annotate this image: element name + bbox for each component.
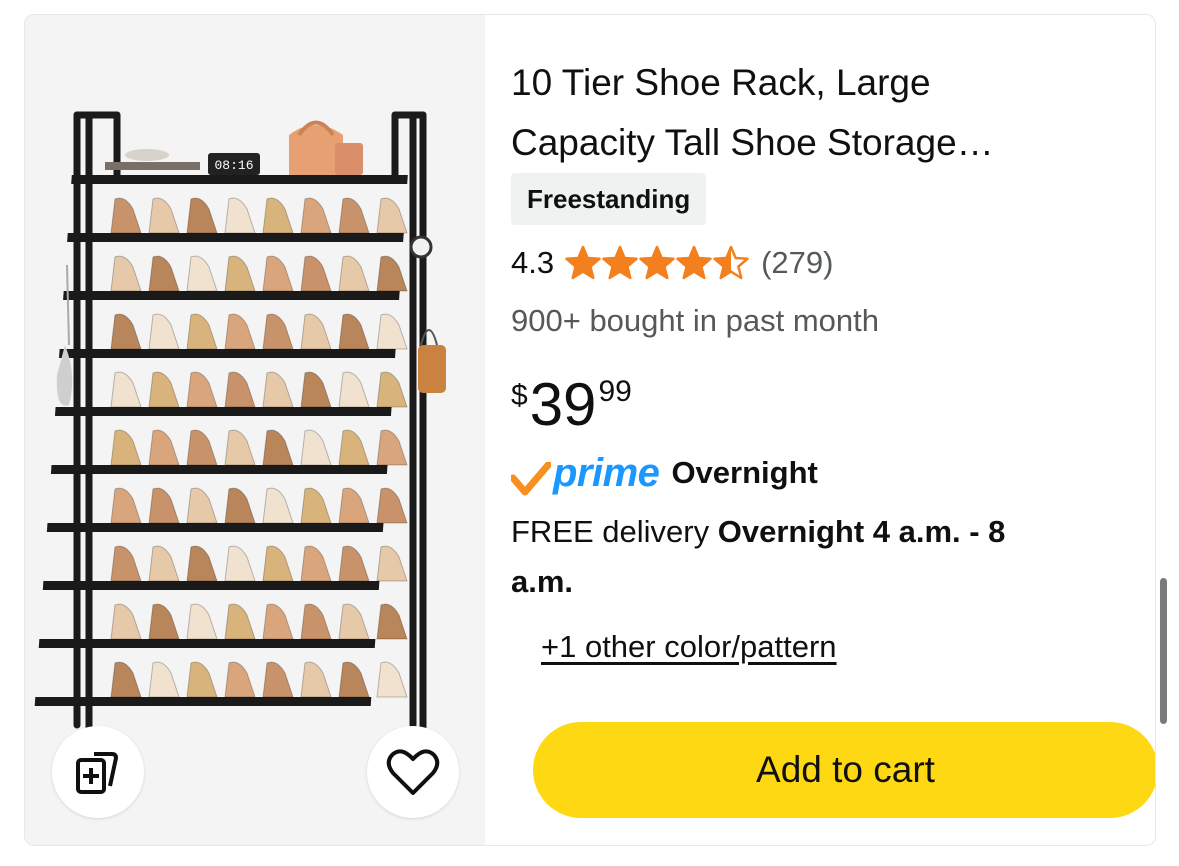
product-title-line-1[interactable]: 10 Tier Shoe Rack, Large: [511, 53, 1101, 113]
delivery-info: FREE delivery Overnight 4 a.m. - 8 a.m.: [511, 507, 1071, 607]
compare-button[interactable]: [52, 726, 144, 818]
price: $ 39 99: [511, 367, 632, 443]
star-icon: [676, 245, 712, 280]
price-whole: 39: [529, 371, 597, 438]
product-image-pane[interactable]: 08:16: [25, 15, 485, 845]
star-icon: [713, 245, 749, 280]
product-title-line-2[interactable]: Capacity Tall Shoe Storage…: [511, 113, 1101, 173]
product-image[interactable]: 08:16: [25, 15, 485, 845]
add-to-cart-button[interactable]: Add to cart: [533, 722, 1155, 818]
rating-value: 4.3: [511, 245, 555, 280]
price-fraction: 99: [598, 375, 632, 408]
delivery-prefix: FREE delivery: [511, 514, 718, 549]
compare-icon: [76, 752, 118, 794]
product-card[interactable]: 08:16 10 Tier Shoe Rack, Large Capacity …: [24, 14, 1156, 846]
clock-display: 08:16: [214, 158, 253, 173]
prime-check-icon: [511, 462, 551, 496]
heart-icon: [386, 749, 440, 795]
style-badge: Freestanding: [511, 173, 707, 225]
rating-row[interactable]: 4.3 (279): [511, 241, 833, 285]
product-title[interactable]: 10 Tier Shoe Rack, Large Capacity Tall S…: [511, 53, 1101, 173]
wishlist-button[interactable]: [367, 726, 459, 818]
prime-speed: Overnight: [671, 455, 818, 490]
prime-logo: prime: [553, 450, 660, 495]
star-icon: [602, 245, 638, 280]
prime-row: prime Overnight: [511, 445, 818, 501]
price-symbol: $: [511, 379, 528, 412]
rating-stars[interactable]: [564, 245, 749, 281]
star-icon: [565, 245, 601, 280]
product-details: 10 Tier Shoe Rack, Large Capacity Tall S…: [511, 15, 1155, 845]
bought-in-past-month: 900+ bought in past month: [511, 303, 879, 338]
rating-count[interactable]: (279): [761, 245, 833, 281]
star-icon: [639, 245, 675, 280]
scrollbar[interactable]: [1160, 578, 1167, 724]
other-color-link[interactable]: +1 other color/pattern: [541, 629, 837, 665]
